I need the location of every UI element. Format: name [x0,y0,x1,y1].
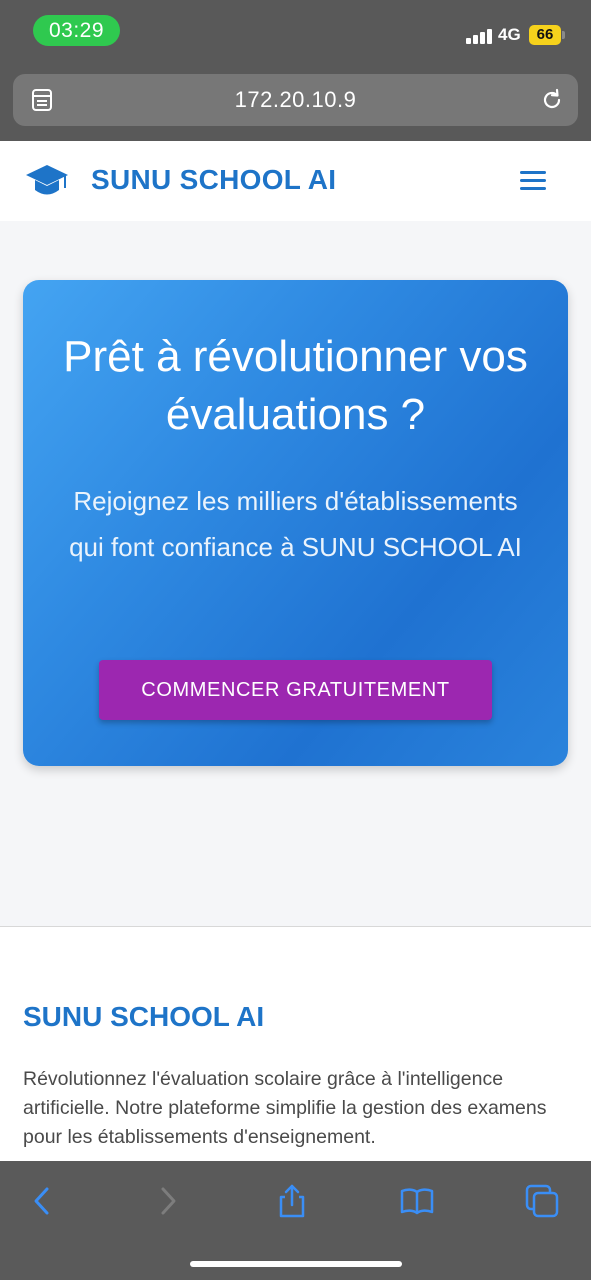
start-free-button[interactable]: COMMENCER GRATUITEMENT [99,660,492,720]
footer-section: SUNU SCHOOL AI Révolutionnez l'évaluatio… [0,926,591,1161]
tabs-icon[interactable] [524,1183,560,1219]
home-indicator[interactable] [190,1261,402,1267]
hamburger-menu-icon[interactable] [518,169,548,193]
footer-description: Révolutionnez l'évaluation scolaire grâc… [23,1068,547,1148]
share-icon[interactable] [274,1183,310,1219]
graduation-cap-icon [26,165,68,195]
browser-toolbar [0,1161,591,1280]
hero-card: Prêt à révolutionner vos évaluations ? R… [23,280,568,766]
status-time: 03:29 [33,15,120,46]
brand-name[interactable]: SUNU SCHOOL AI [91,164,336,196]
network-type: 4G [498,25,521,44]
book-icon[interactable] [399,1183,435,1219]
address-bar[interactable]: 172.20.10.9 [13,74,578,126]
url-text[interactable]: 172.20.10.9 [13,74,578,126]
phone-screen: 03:29 4G 66 172.20.10.9 SUNU SCHOOL AI P… [0,0,591,1280]
chevron-left-icon[interactable] [24,1183,60,1219]
chevron-right-icon[interactable] [150,1183,186,1219]
browser-address-area: 172.20.10.9 [0,62,591,141]
cellular-signal-icon [466,28,492,44]
battery-tip [562,31,565,39]
battery-icon: 66 [529,25,561,45]
status-bar: 03:29 4G 66 [0,0,591,62]
site-header: SUNU SCHOOL AI [0,141,591,221]
reload-icon[interactable] [540,88,564,112]
hero-subtitle: Rejoignez les milliers d'établissements … [69,486,522,562]
hero-title: Prêt à révolutionner vos évaluations ? [63,332,528,439]
footer-title: SUNU SCHOOL AI [23,1001,265,1032]
